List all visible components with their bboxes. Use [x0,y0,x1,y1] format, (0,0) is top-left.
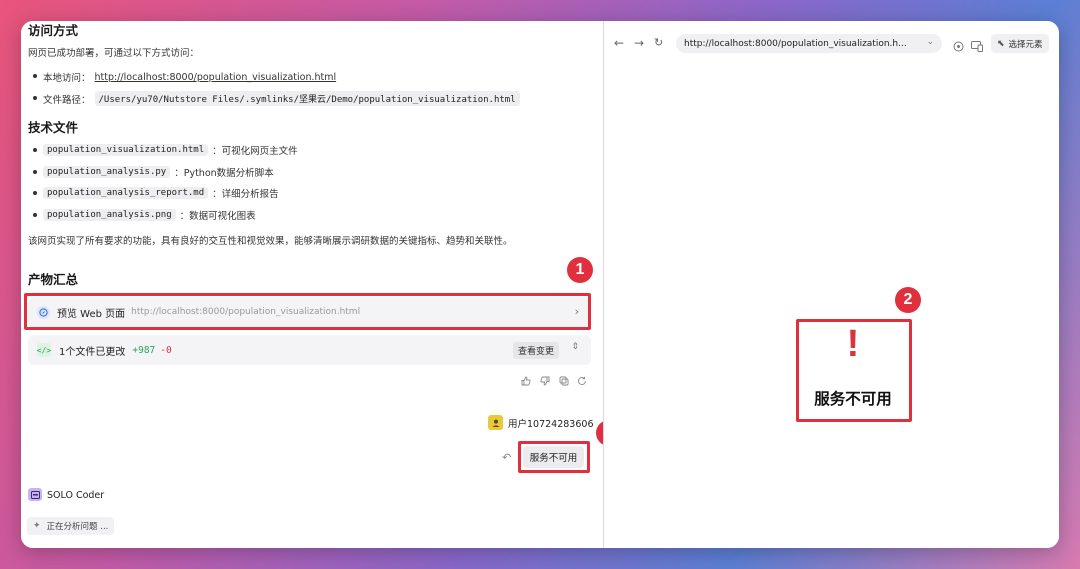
tech-file-item: population_analysis_report.md ：详细分析报告 [43,186,279,200]
files-changed-card[interactable]: </> 1个文件已更改 +987 -0 查看变更 ⇕ [28,335,591,365]
chevron-down-icon[interactable]: ⌄ [926,37,934,47]
additions-count: +987 [132,344,156,356]
tech-file-item: population_visualization.html ：可视化网页主文件 [43,143,298,157]
devtools-icon[interactable] [971,37,983,56]
select-element-button[interactable]: ⬉ 选择元素 [991,34,1049,53]
status-indicator: ✦ 正在分析问题 ... [27,517,115,535]
bullet [33,148,37,152]
user-avatar [488,415,503,430]
sparkle-icon: ✦ [33,521,41,531]
bullet [33,74,37,78]
view-changes-button[interactable]: 查看变更 [512,342,559,359]
tech-file-desc: ：数据可视化图表 [179,211,256,222]
bullet [33,96,37,100]
local-url-link[interactable]: http://localhost:8000/population_visuali… [95,72,337,83]
tech-file-name: population_analysis.png [43,209,176,221]
summary-text: 该网页实现了所有要求的功能，具有良好的交互性和视觉效果，能够清晰展示调研数据的关… [28,236,513,247]
select-element-label: 选择元素 [1008,39,1043,50]
copy-icon[interactable] [559,376,569,389]
annotation-badge-2: 2 [895,287,921,313]
local-access-item: 本地访问： http://localhost:8000/population_v… [43,70,337,85]
undo-icon[interactable]: ↶ [502,451,511,464]
path-label: 文件路径： [43,94,91,106]
products-heading: 产物汇总 [28,272,79,287]
annotation-box-3 [518,441,590,473]
forward-arrow-icon[interactable]: → [634,36,644,50]
agent-name: SOLO Coder [47,490,105,501]
annotation-box-2 [796,319,912,422]
tech-file-name: population_analysis.py [43,166,171,178]
refresh-icon[interactable] [577,376,587,389]
tech-file-item: population_analysis.py ：Python数据分析脚本 [43,165,274,179]
bullet [33,170,37,174]
bullet [33,191,37,195]
annotation-badge-1: 1 [567,257,593,283]
tech-file-desc: ：Python数据分析脚本 [174,168,274,179]
tech-file-desc: ：可视化网页主文件 [212,146,298,157]
code-icon: </> [37,343,51,357]
access-intro: 网页已成功部署，可通过以下方式访问： [28,48,200,59]
url-text: http://localhost:8000/population_visuali… [684,38,907,49]
annotation-box-1 [24,293,591,330]
bullet [33,213,37,217]
status-text: 正在分析问题 ... [46,522,109,532]
local-label: 本地访问： [43,73,91,84]
files-changed-label: 1个文件已更改 [59,346,126,358]
deletions-count: -0 [160,344,172,356]
tech-file-desc: ：详细分析报告 [212,189,279,200]
thumbs-up-icon[interactable] [521,376,531,389]
file-path-item: 文件路径： /Users/yu70/Nutstore Files/.symlin… [43,91,520,106]
chat-panel: 访问方式 网页已成功部署，可通过以下方式访问： 本地访问： http://loc… [21,21,622,548]
solo-coder-icon [28,488,42,501]
path-code: /Users/yu70/Nutstore Files/.symlinks/坚果云… [94,91,520,106]
cursor-icon: ⬉ [997,38,1005,49]
compass-icon[interactable] [953,37,964,56]
url-bar[interactable]: http://localhost:8000/population_visuali… [676,34,942,53]
thumbs-down-icon[interactable] [540,376,550,389]
browser-panel: ← → ↻ http://localhost:8000/population_v… [604,21,1059,548]
tech-file-name: population_visualization.html [43,144,209,156]
app-window: 访问方式 网页已成功部署，可通过以下方式访问： 本地访问： http://loc… [21,21,1059,548]
access-heading: 访问方式 [28,23,79,38]
tech-file-item: population_analysis.png ：数据可视化图表 [43,208,256,222]
tech-heading: 技术文件 [28,120,79,135]
tech-file-name: population_analysis_report.md [43,187,209,199]
back-arrow-icon[interactable]: ← [614,36,624,50]
reload-icon[interactable]: ↻ [654,36,663,49]
user-name: 用户10724283606 [508,419,594,430]
expand-toggle-icon[interactable]: ⇕ [571,342,579,352]
